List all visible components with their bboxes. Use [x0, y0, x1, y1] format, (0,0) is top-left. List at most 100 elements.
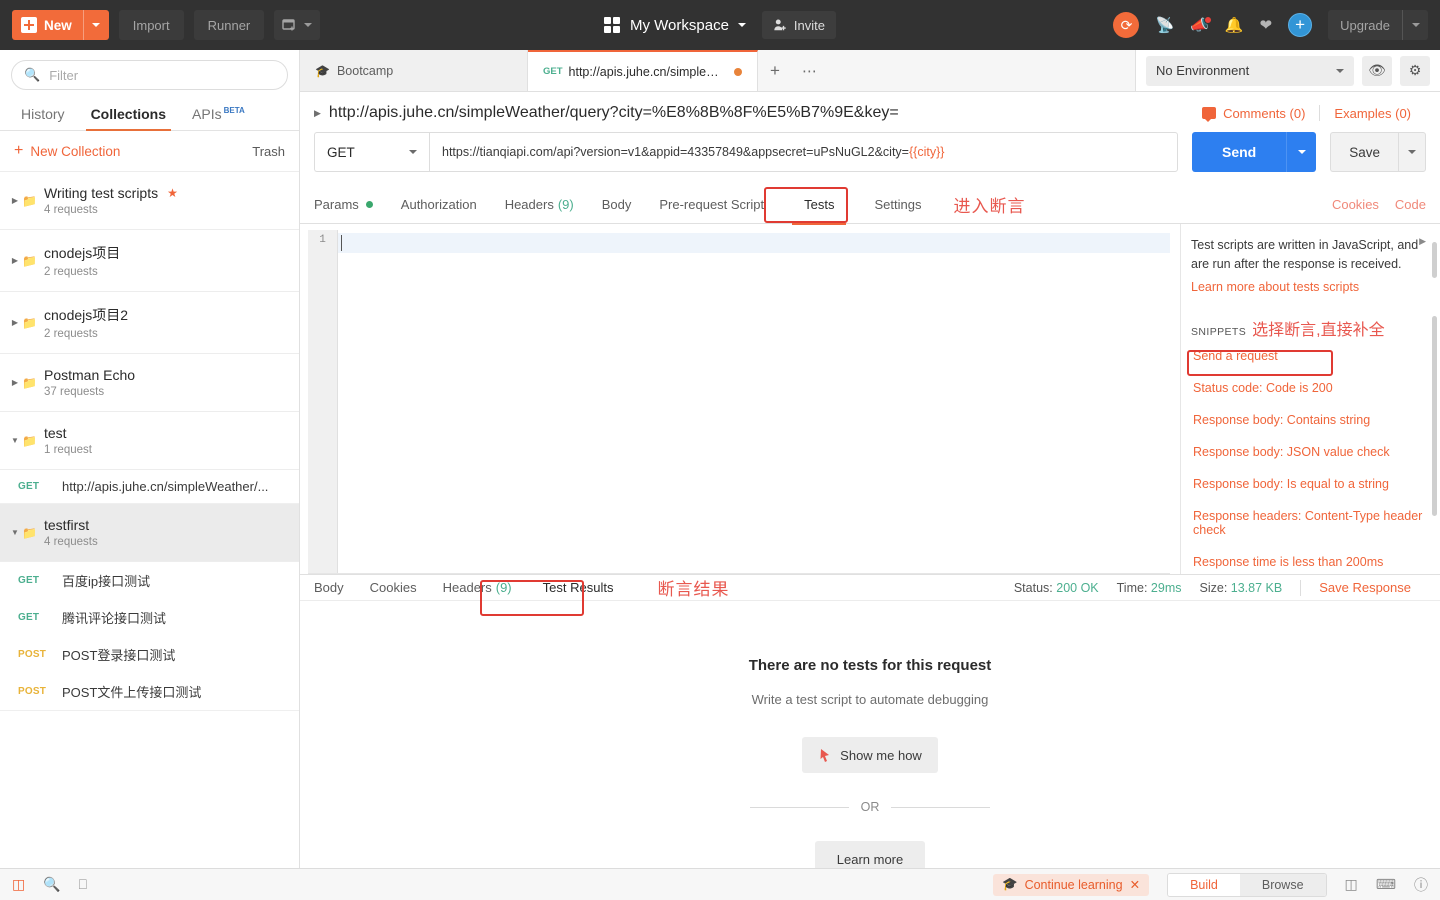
collection-name: cnodejs项目2 — [44, 307, 129, 323]
eye-icon[interactable]: 👁 — [1362, 55, 1392, 86]
cookies-link[interactable]: Cookies — [1332, 197, 1379, 212]
gear-icon[interactable]: ⚙ — [1400, 55, 1430, 86]
search-input[interactable]: 🔍 Filter — [11, 60, 288, 90]
list-item[interactable]: GET 腾讯评论接口测试 — [0, 599, 299, 636]
chevron-right-icon[interactable]: ▶ — [8, 378, 22, 387]
send-dropdown-button[interactable] — [1286, 132, 1317, 172]
upgrade-caret[interactable] — [1402, 10, 1428, 40]
upgrade-button[interactable]: Upgrade — [1328, 10, 1428, 40]
tab-settings[interactable]: Settings — [860, 186, 935, 224]
snippet-is-equal-to-string[interactable]: Response body: Is equal to a string — [1191, 468, 1428, 500]
tab-apis[interactable]: APIs BETA — [179, 106, 258, 130]
code-editor[interactable]: 1 — [300, 224, 1180, 574]
collection-postman-echo[interactable]: ▶ 📁 Postman Echo 37 requests — [0, 354, 299, 412]
star-icon[interactable]: ★ — [167, 186, 178, 200]
snippets-scrollbar-thumb[interactable] — [1432, 316, 1437, 516]
build-tab[interactable]: Build — [1168, 873, 1240, 896]
tab-options-button[interactable]: ⋯ — [792, 50, 828, 91]
new-tab-button[interactable]: + — [758, 50, 792, 91]
show-me-how-button[interactable]: Show me how — [802, 737, 938, 773]
chevron-down-icon[interactable]: ▼ — [8, 436, 22, 445]
url-input[interactable]: https://tianqiapi.com/api?version=v1&app… — [429, 132, 1178, 172]
snippet-status-code-200[interactable]: Status code: Code is 200 — [1191, 372, 1428, 404]
collection-cnodejs-2[interactable]: ▶ 📁 cnodejs项目2 2 requests — [0, 292, 299, 354]
tab-history[interactable]: History — [8, 106, 78, 130]
console-icon[interactable]: ⎕ — [79, 876, 87, 893]
scrollbar-thumb[interactable] — [1432, 242, 1437, 278]
chevron-right-icon[interactable]: ▶ — [8, 196, 22, 205]
chevron-right-icon[interactable]: ▶ — [314, 108, 321, 119]
workspace-selector[interactable]: My Workspace Invite — [604, 11, 836, 39]
satellite-icon[interactable]: 📡 — [1155, 18, 1174, 33]
keyboard-shortcuts-icon[interactable]: ⌨ — [1376, 876, 1396, 893]
snippet-send-a-request[interactable]: Send a request — [1191, 340, 1428, 372]
status-group: Status: 200 OK — [1014, 581, 1099, 595]
plus-circle-icon[interactable]: + — [1288, 13, 1313, 37]
code-link[interactable]: Code — [1395, 197, 1426, 212]
tab-response-body[interactable]: Body — [314, 580, 357, 595]
collection-test[interactable]: ▼ 📁 test 1 request — [0, 412, 299, 470]
invite-button[interactable]: Invite — [761, 11, 836, 39]
continue-learning-banner[interactable]: 🎓 Continue learning ✕ — [993, 873, 1150, 896]
save-button[interactable]: Save — [1330, 132, 1398, 172]
tab-request-simpleweather[interactable]: GET http://apis.juhe.cn/simpleWeat... — [528, 50, 758, 91]
close-icon[interactable]: ✕ — [1130, 877, 1140, 892]
bell-icon[interactable]: 🔔 — [1225, 18, 1244, 33]
tab-headers[interactable]: Headers (9) — [491, 186, 588, 224]
code-line-1[interactable] — [338, 233, 1170, 253]
list-item[interactable]: POST POST文件上传接口测试 — [0, 673, 299, 711]
tab-authorization[interactable]: Authorization — [387, 186, 491, 224]
snippet-content-type-header-check[interactable]: Response headers: Content-Type header ch… — [1191, 500, 1428, 546]
new-dropdown-caret[interactable] — [82, 10, 109, 40]
tab-tests[interactable]: Tests — [778, 186, 860, 225]
help-icon[interactable]: ⓘ — [1414, 875, 1428, 895]
build-label: Build — [1190, 877, 1218, 892]
chevron-down-icon[interactable]: ▼ — [8, 528, 22, 537]
graduation-cap-icon: 🎓 — [1002, 877, 1018, 891]
learn-more-tests-link[interactable]: Learn more about tests scripts — [1191, 280, 1428, 294]
tab-collections[interactable]: Collections — [78, 106, 179, 131]
collection-writing-test-scripts[interactable]: ▶ 📁 Writing test scripts ★ 4 requests — [0, 172, 299, 230]
collection-cnodejs[interactable]: ▶ 📁 cnodejs项目 2 requests — [0, 230, 299, 292]
new-window-button[interactable] — [274, 10, 321, 40]
send-button[interactable]: Send — [1191, 132, 1287, 172]
tab-test-results[interactable]: Test Results — [525, 580, 632, 595]
heart-icon[interactable]: ❤ — [1260, 18, 1273, 33]
save-response-button[interactable]: Save Response — [1319, 580, 1426, 595]
method-select[interactable]: GET — [314, 132, 429, 172]
tab-response-headers[interactable]: Headers (9) — [430, 580, 525, 595]
collection-testfirst[interactable]: ▼ 📁 testfirst 4 requests — [0, 504, 299, 562]
browse-tab[interactable]: Browse — [1239, 873, 1326, 896]
tab-body[interactable]: Body — [588, 186, 646, 224]
search-icon[interactable]: 🔍 — [43, 876, 60, 893]
list-item[interactable]: GET http://apis.juhe.cn/simpleWeather/..… — [0, 470, 299, 504]
tab-params[interactable]: Params — [314, 186, 387, 224]
new-button[interactable]: New — [12, 10, 109, 40]
page-title: ▶ http://apis.juhe.cn/simpleWeather/quer… — [314, 104, 899, 122]
comments-button[interactable]: Comments (0) — [1202, 106, 1305, 122]
folder-icon: 📁 — [22, 525, 37, 540]
megaphone-icon[interactable]: 📣 — [1190, 15, 1212, 33]
snippet-response-time-200ms[interactable]: Response time is less than 200ms — [1191, 546, 1428, 575]
chevron-right-icon[interactable]: ▶ — [8, 318, 22, 327]
list-item[interactable]: GET 百度ip接口测试 — [0, 562, 299, 599]
tab-collections-label: Collections — [90, 106, 167, 122]
chevron-right-icon[interactable]: ▶ — [8, 256, 22, 265]
snippet-contains-string[interactable]: Response body: Contains string — [1191, 404, 1428, 436]
tab-bootcamp[interactable]: 🎓 Bootcamp — [300, 50, 528, 91]
new-collection-button[interactable]: + New Collection — [14, 143, 120, 159]
chevron-right-icon[interactable]: ▶ — [1419, 236, 1426, 247]
trash-button[interactable]: Trash — [252, 144, 285, 159]
two-pane-layout-icon[interactable]: ◫ — [1345, 876, 1358, 893]
sidebar-toggle-icon[interactable]: ◫ — [12, 876, 25, 893]
tab-response-cookies[interactable]: Cookies — [357, 580, 430, 595]
examples-button[interactable]: Examples (0) — [1334, 106, 1426, 121]
snippet-json-value-check[interactable]: Response body: JSON value check — [1191, 436, 1428, 468]
import-button[interactable]: Import — [118, 10, 184, 40]
tab-pre-request-script[interactable]: Pre-request Script — [645, 186, 778, 224]
save-dropdown-button[interactable] — [1398, 132, 1426, 172]
list-item[interactable]: POST POST登录接口测试 — [0, 636, 299, 673]
runner-button[interactable]: Runner — [193, 10, 265, 40]
sync-icon[interactable]: ⟳ — [1113, 12, 1140, 38]
environment-selector[interactable]: No Environment — [1146, 55, 1354, 86]
